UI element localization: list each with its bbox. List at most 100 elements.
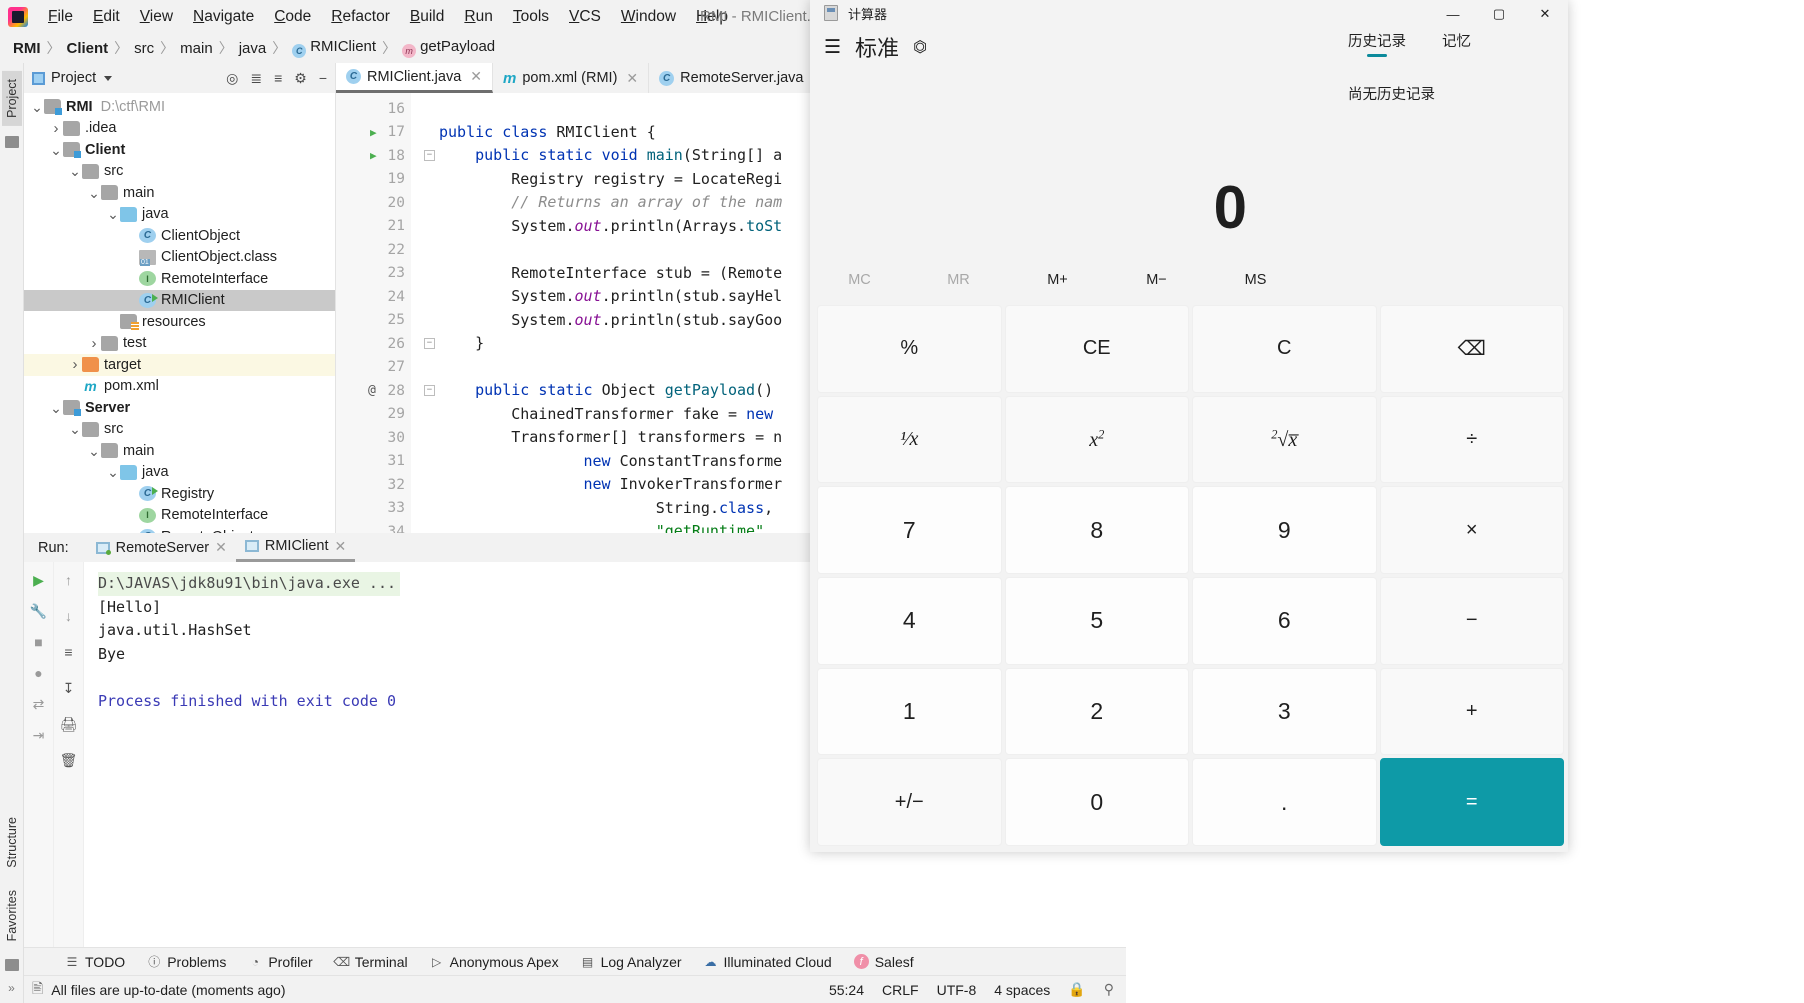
gutter-line[interactable]: 34 [336, 520, 411, 533]
calc-button-seven[interactable]: 7 [817, 486, 1002, 574]
gutter-line[interactable]: − 26 [336, 332, 435, 356]
tree-node-src[interactable]: ⌄ src [24, 419, 335, 441]
breadcrumb-item-java[interactable]: java [236, 40, 270, 57]
calc-button-reciprocal[interactable]: ¹⁄x [817, 395, 1002, 484]
tree-node-client[interactable]: ⌄ Client [24, 139, 335, 161]
branch-icon[interactable]: ⚲ [1104, 981, 1114, 998]
gutter-line[interactable]: ▶ 17 [336, 121, 411, 145]
menu-item-window[interactable]: Window [611, 4, 686, 30]
memory-button-m+[interactable]: M+ [1008, 258, 1107, 302]
breadcrumb-item-rmi[interactable]: RMI [10, 40, 44, 57]
rail-tab-favorites[interactable]: Favorites [2, 882, 22, 949]
chevron-down-icon[interactable]: ⌄ [87, 444, 101, 458]
gutter-line[interactable]: 32 [336, 473, 411, 497]
chevron-right-icon[interactable]: › [49, 120, 63, 137]
chevron-down-icon[interactable]: ⌄ [87, 186, 101, 200]
wrench-icon[interactable]: 🔧 [30, 602, 48, 620]
rail-tab-project[interactable]: Project [1, 71, 22, 126]
calc-button-negate[interactable]: +/− [817, 758, 1002, 846]
fold-icon[interactable]: − [424, 338, 435, 350]
close-run-tab-icon[interactable]: ✕ [335, 538, 347, 555]
menu-item-tools[interactable]: Tools [503, 4, 559, 30]
chevron-down-icon[interactable]: ⌄ [68, 422, 82, 436]
gutter-line[interactable]: 19 [336, 168, 411, 192]
print-icon[interactable]: 🖨 [60, 715, 78, 733]
project-tree[interactable]: ⌄ RMI D:\ctf\RMI › .idea ⌄ Client ⌄ src ⌄ main ⌄ jav… [24, 93, 335, 533]
gutter-line[interactable]: @ − 28 [336, 379, 435, 403]
memory-button-ms[interactable]: MS [1206, 258, 1305, 302]
fold-icon[interactable]: − [424, 385, 435, 397]
calc-button-subtract[interactable]: − [1379, 576, 1564, 665]
tree-node-test[interactable]: › test [24, 333, 335, 355]
tool-window-button-todo[interactable]: ☰ TODO [54, 954, 136, 970]
menu-item-refactor[interactable]: Refactor [321, 4, 400, 30]
calc-button-equals[interactable]: = [1379, 758, 1564, 846]
chevron-right-icon[interactable]: › [87, 335, 101, 352]
tree-node-clientobject[interactable]: C ClientObject [24, 225, 335, 247]
history-tab-memory[interactable]: 记忆 [1442, 30, 1471, 57]
gutter-line[interactable]: 30 [336, 426, 411, 450]
editor-tab-pom-xml-rmi-[interactable]: m pom.xml (RMI) ✕ [493, 63, 650, 93]
run-icon[interactable]: ▶ [30, 571, 48, 589]
menu-item-view[interactable]: View [130, 4, 183, 30]
chevron-down-icon[interactable] [104, 75, 113, 81]
caret-position[interactable]: 55:24 [829, 982, 864, 998]
calc-button-divide[interactable]: ÷ [1379, 395, 1564, 484]
wrap-text-icon[interactable]: ≡ [60, 643, 78, 661]
menu-item-run[interactable]: Run [454, 4, 502, 30]
editor-gutter[interactable]: 16 ▶ 17 ▶ − 18 19 20 21 22 23 24 25 − 26 27 @ − 28 29 30 31 32… [336, 93, 435, 533]
gear-icon[interactable]: ⚙ [294, 71, 307, 85]
close-button[interactable]: ✕ [1522, 0, 1568, 28]
breadcrumb-item-getpayload[interactable]: m getPayload [399, 38, 498, 58]
calc-button-three[interactable]: 3 [1192, 667, 1377, 756]
tree-node-remoteobject[interactable]: CRemoteObject [24, 526, 335, 533]
line-separator[interactable]: CRLF [882, 982, 919, 998]
menu-item-file[interactable]: File [38, 4, 83, 30]
chevron-down-icon[interactable]: ⌄ [106, 207, 120, 221]
run-tab-rmiclient[interactable]: RMIClient ✕ [235, 533, 356, 562]
editor-tab-rmiclient-java[interactable]: C RMIClient.java ✕ [336, 63, 494, 93]
gutter-line[interactable]: 29 [336, 403, 411, 427]
gutter-line[interactable]: 20 [336, 191, 411, 215]
tool-window-button-illuminated-cloud[interactable]: ☁ Illuminated Cloud [693, 954, 843, 970]
chevron-down-icon[interactable]: ⌄ [49, 143, 63, 157]
gutter-line[interactable]: 24 [336, 285, 411, 309]
chevron-down-icon[interactable]: ⌄ [49, 401, 63, 415]
rail-tab-structure[interactable]: Structure [2, 809, 22, 876]
down-arrow-icon[interactable]: ↓ [60, 607, 78, 625]
calc-button-one[interactable]: 1 [817, 667, 1002, 756]
more-rail-icon[interactable]: » [8, 981, 15, 1003]
keep-on-top-icon[interactable]: ⏣ [913, 37, 927, 57]
minimize-icon[interactable]: − [319, 71, 327, 85]
up-arrow-icon[interactable]: ↑ [60, 571, 78, 589]
tree-node-target[interactable]: › target [24, 354, 335, 376]
tool-window-button-anonymous-apex[interactable]: ▷ Anonymous Apex [419, 954, 570, 970]
calc-button-eight[interactable]: 8 [1004, 486, 1189, 574]
breadcrumb-item-client[interactable]: Client [64, 40, 112, 57]
tool-window-button-salesf[interactable]: f Salesf [843, 954, 925, 970]
run-tab-remoteserver[interactable]: RemoteServer ✕ [87, 533, 236, 562]
menu-item-edit[interactable]: Edit [83, 4, 130, 30]
memory-button-m[interactable]: M− [1107, 258, 1206, 302]
chevron-right-icon[interactable]: › [68, 356, 82, 373]
close-run-tab-icon[interactable]: ✕ [215, 539, 227, 556]
chevron-down-icon[interactable]: ⌄ [30, 100, 44, 114]
menu-item-vcs[interactable]: VCS [559, 4, 611, 30]
chevron-down-icon[interactable]: ⌄ [106, 465, 120, 479]
calc-button-decimal[interactable]: . [1192, 758, 1377, 846]
calc-button-nine[interactable]: 9 [1192, 486, 1377, 574]
tree-node-pom-xml[interactable]: m pom.xml [24, 376, 335, 398]
minimize-button[interactable]: — [1430, 0, 1476, 28]
calc-button-clear[interactable]: C [1192, 305, 1377, 393]
gutter-line[interactable]: 33 [336, 497, 411, 521]
calc-button-zero[interactable]: 0 [1004, 758, 1189, 846]
indent-setting[interactable]: 4 spaces [994, 982, 1050, 998]
tree-node--idea[interactable]: › .idea [24, 118, 335, 140]
collapse-all-icon[interactable]: ≡ [274, 71, 282, 85]
tree-node-rmi[interactable]: ⌄ RMI D:\ctf\RMI [24, 96, 335, 118]
calc-button-two[interactable]: 2 [1004, 667, 1189, 756]
chevron-down-icon[interactable]: ⌄ [68, 164, 82, 178]
gutter-line[interactable]: 22 [336, 238, 411, 262]
file-encoding[interactable]: UTF-8 [937, 982, 977, 998]
camera-icon[interactable]: ● [30, 664, 48, 682]
